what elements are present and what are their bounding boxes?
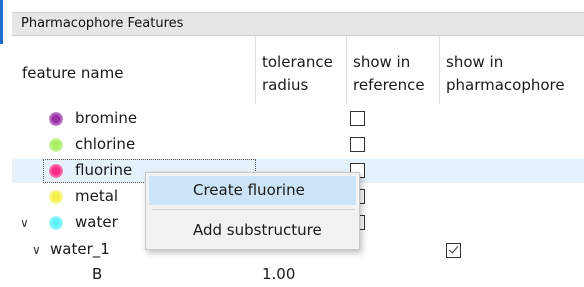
show-in-reference-checkbox[interactable] xyxy=(350,137,365,152)
add-substructure-menu-item[interactable]: Add substructure xyxy=(149,216,356,245)
column-divider[interactable] xyxy=(439,36,440,104)
feature-label: chlorine xyxy=(75,135,136,153)
table-row-b[interactable]: B 1.00 xyxy=(12,263,584,287)
menu-item-label: Add substructure xyxy=(193,221,322,239)
chevron-down-icon[interactable]: ∨ xyxy=(20,217,29,229)
show-in-pharmacophore-checkbox[interactable] xyxy=(446,243,461,258)
menu-separator xyxy=(152,209,355,210)
chevron-down-icon[interactable]: ∨ xyxy=(32,244,41,256)
show-in-reference-checkbox[interactable] xyxy=(350,111,365,126)
column-divider[interactable] xyxy=(255,36,256,104)
column-header-tolerance[interactable]: tolerance xyxy=(262,53,333,72)
feature-label: bromine xyxy=(75,109,138,127)
table-row-chlorine[interactable]: chlorine xyxy=(12,133,584,157)
column-header-show-in-pharm[interactable]: show in xyxy=(446,53,503,72)
panel-header: Pharmacophore Features xyxy=(12,12,584,36)
column-header-reference[interactable]: reference xyxy=(353,76,425,95)
feature-label: B xyxy=(92,265,103,283)
column-header-pharmacophore[interactable]: pharmacophore xyxy=(446,76,565,95)
metal-color-icon xyxy=(49,190,63,204)
column-divider[interactable] xyxy=(346,36,347,104)
table-row-bromine[interactable]: bromine xyxy=(12,107,584,131)
column-header-feature-name[interactable]: feature name xyxy=(22,64,123,83)
window-accent-bar xyxy=(0,0,3,44)
bromine-color-icon xyxy=(49,112,63,126)
water-color-icon xyxy=(49,216,63,230)
column-header-radius[interactable]: radius xyxy=(262,76,308,95)
tolerance-value[interactable]: 1.00 xyxy=(262,265,295,284)
chlorine-color-icon xyxy=(49,138,63,152)
panel-title: Pharmacophore Features xyxy=(21,16,184,31)
menu-item-label: Create fluorine xyxy=(193,181,305,199)
feature-label: water xyxy=(75,213,118,231)
feature-label: water_1 xyxy=(50,240,110,258)
create-fluorine-menu-item[interactable]: Create fluorine xyxy=(149,176,356,205)
column-header-show-in-ref[interactable]: show in xyxy=(353,53,410,72)
context-menu: Create fluorine Add substructure xyxy=(145,172,360,250)
feature-label: metal xyxy=(75,187,119,205)
